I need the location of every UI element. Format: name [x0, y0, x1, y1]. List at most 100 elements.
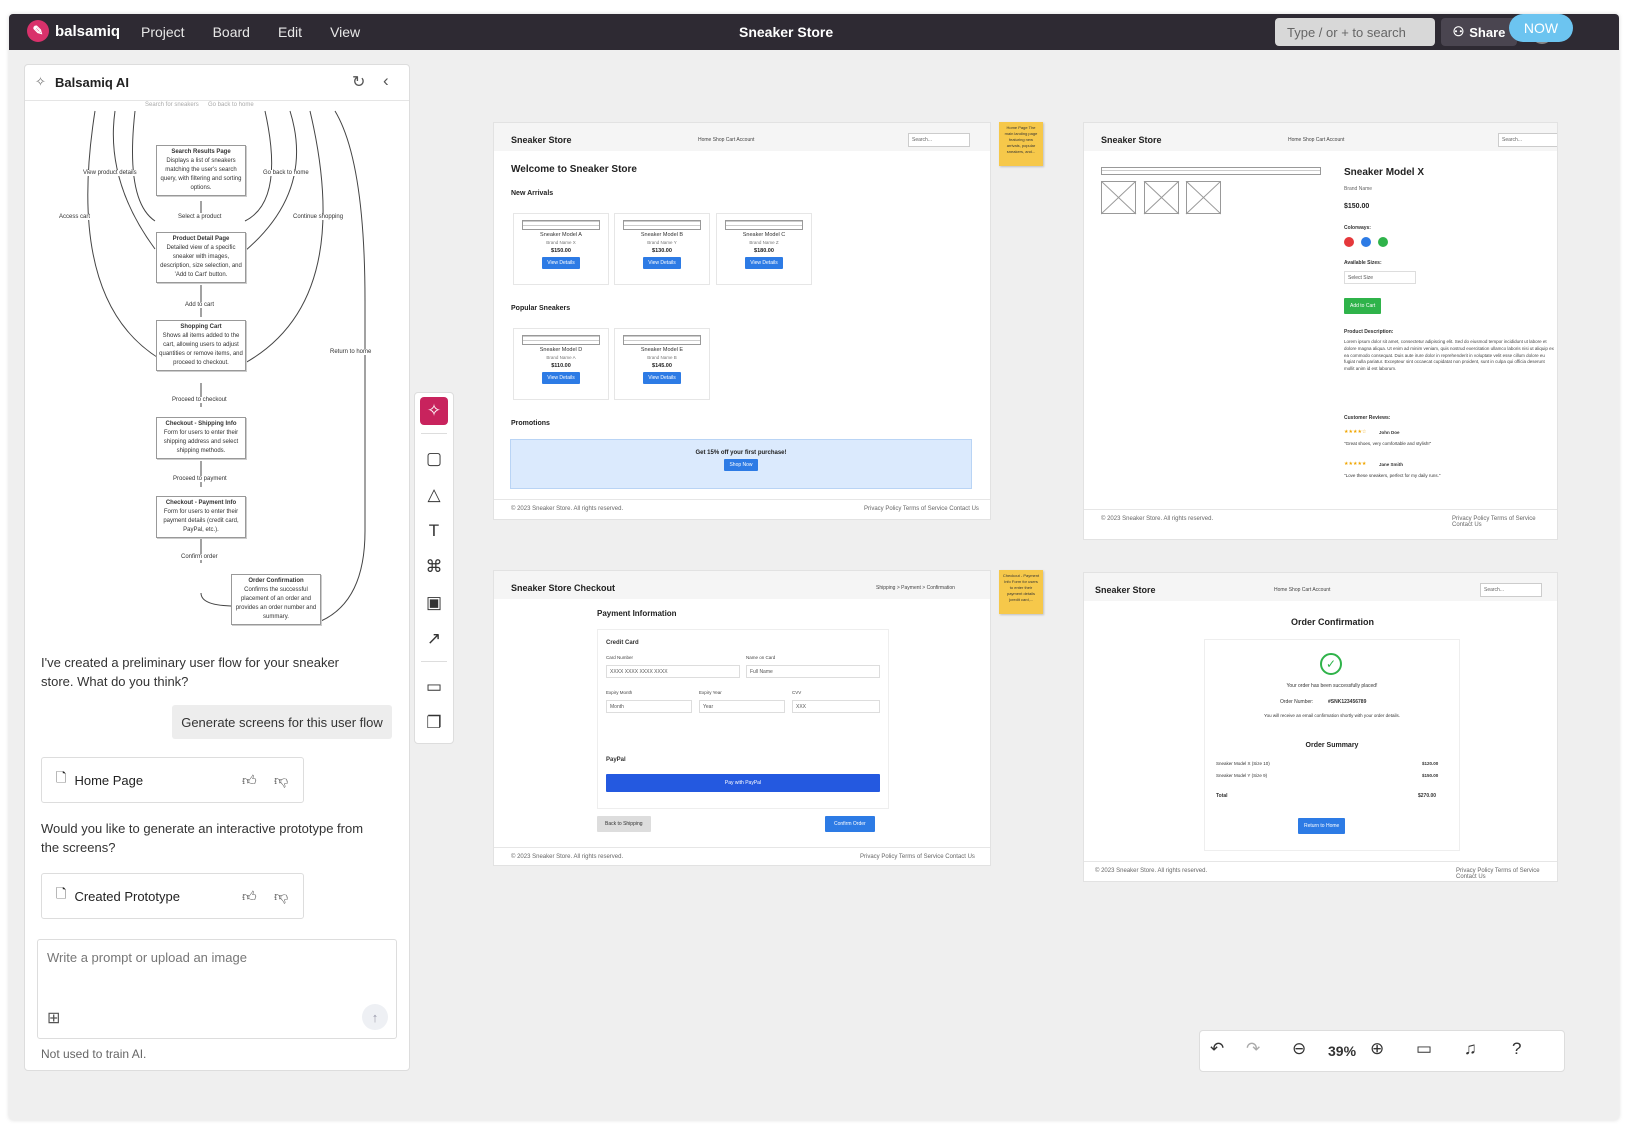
wf-footer-copyright: © 2023 Sneaker Store. All rights reserve… [1101, 516, 1214, 522]
generate-screens-button[interactable]: Generate screens for this user flow [172, 705, 392, 739]
upload-image-icon[interactable]: ⊞ [47, 1008, 60, 1028]
menu-project[interactable]: Project [141, 24, 185, 40]
refresh-icon[interactable]: ↻ [352, 72, 365, 92]
wf-description-text: Lorem ipsum dolor sit amet, consectetur … [1344, 339, 1554, 371]
wf-footer-links: Privacy Policy Terms of Service Contact … [864, 506, 979, 512]
shapes-icon[interactable]: △ [420, 481, 448, 509]
divider [421, 433, 447, 434]
node-desc: Shows all items added to the cart, allow… [159, 333, 243, 366]
music-icon[interactable]: ♫ [1464, 1039, 1477, 1059]
logo[interactable]: ✎ balsamiq [27, 20, 120, 42]
text-icon[interactable]: T [420, 517, 448, 545]
thumbs-up-icon[interactable]: 👍︎ [242, 772, 257, 789]
flow-node-product-detail[interactable]: Product Detail Page Detailed view of a sp… [156, 232, 246, 283]
share-label: Share [1469, 24, 1506, 40]
flow-label-home: Go back to home [208, 102, 254, 108]
document-title[interactable]: Sneaker Store [739, 24, 833, 40]
wireframe-product-page[interactable]: Sneaker Store Home Shop Cart Account Sea… [1083, 122, 1558, 540]
share-button[interactable]: ⚇ Share [1441, 18, 1517, 46]
copy-icon[interactable]: ❐ [420, 709, 448, 737]
sticky-note-checkout[interactable]: Checkout - Payment Info Form for users t… [999, 570, 1043, 614]
wireframe-confirmation-page[interactable]: Sneaker Store Home Shop Cart Account Sea… [1083, 572, 1558, 882]
prompt-input[interactable]: Write a prompt or upload an image ⊞ ↑ [37, 939, 397, 1039]
ai-sparkle-icon[interactable]: ✧ [420, 397, 448, 425]
search-input[interactable]: Type / or + to search [1275, 18, 1435, 46]
ai-message: Would you like to generate an interactiv… [41, 821, 364, 855]
wf-popular-heading: Popular Sneakers [511, 305, 571, 312]
thumbs-down-icon[interactable]: 👎︎ [274, 888, 288, 905]
wf-product-price: $150.00 [1344, 203, 1370, 210]
wireframe-checkout-page[interactable]: Sneaker Store Checkout Shipping > Paymen… [493, 570, 991, 866]
now-badge[interactable]: NOW [1509, 14, 1573, 42]
sticky-note-home[interactable]: Home Page The main landing page featurin… [999, 122, 1043, 166]
node-desc: Confirms the successful placement of an … [235, 587, 317, 620]
send-arrow-icon[interactable]: ↑ [362, 1004, 388, 1030]
wf-footer: © 2023 Sneaker Store. All rights reserve… [1084, 861, 1557, 880]
wf-footer-copyright: © 2023 Sneaker Store. All rights reserve… [1095, 868, 1208, 874]
wf-product-card: Sneaker Model D Brand Name A $110.00 View D… [513, 328, 609, 400]
redo-icon[interactable]: ↷ [1246, 1039, 1260, 1059]
wf-view-details-button: View Details [745, 257, 783, 269]
image-placeholder-icon [522, 220, 600, 230]
image-placeholder-icon [623, 335, 701, 345]
home-page-card[interactable]: 🗋 Home Page 👍︎ 👎︎ [41, 757, 304, 803]
wf-field-label: Card Number [606, 655, 634, 660]
menu-edit[interactable]: Edit [278, 24, 302, 40]
menu-board[interactable]: Board [213, 24, 250, 40]
flow-node-shipping[interactable]: Checkout - Shipping Info Form for users t… [156, 417, 246, 459]
user-flow-diagram[interactable]: Search for sneakers Go back to home View… [25, 101, 411, 625]
wf-product-card: Sneaker Model C Brand Name Z $180.00 View D… [716, 213, 812, 285]
flow-node-shopping-cart[interactable]: Shopping Cart Shows all items added to th… [156, 320, 246, 371]
star-rating-icon: ★★★★☆ [1344, 429, 1367, 435]
wf-paypal-label: PayPal [606, 757, 626, 763]
image-icon[interactable]: ▣ [420, 589, 448, 617]
flow-node-confirmation[interactable]: Order Confirmation Confirms the successfu… [231, 574, 321, 625]
collapse-chevron-icon[interactable]: ‹ [383, 71, 389, 91]
canvas-controls: ↶ ↷ ⊖ 39% ⊕ ▭ ♫ ? [1199, 1030, 1565, 1072]
zoom-level[interactable]: 39% [1328, 1043, 1356, 1059]
rectangle-icon[interactable]: ▢ [420, 445, 448, 473]
zoom-in-icon[interactable]: ⊕ [1370, 1039, 1384, 1059]
wf-payment-heading: Payment Information [597, 609, 677, 618]
wf-view-details-button: View Details [542, 257, 580, 269]
wf-footer: © 2023 Sneaker Store. All rights reserve… [1084, 509, 1557, 528]
image-placeholder-icon [1101, 167, 1321, 175]
wf-review-text: "Love these sneakers, perfect for my dai… [1344, 473, 1441, 478]
present-icon[interactable]: ▭ [1416, 1039, 1432, 1059]
divider [421, 661, 447, 662]
wf-nav-links: Home Shop Cart Account [1274, 587, 1331, 593]
wf-product-price: $130.00 [652, 248, 672, 254]
undo-icon[interactable]: ↶ [1210, 1039, 1224, 1059]
thumbs-down-icon[interactable]: 👎︎ [274, 772, 288, 789]
created-prototype-card[interactable]: 🗋 Created Prototype 👍︎ 👎︎ [41, 873, 304, 919]
thumbnail-placeholders [1101, 181, 1221, 215]
wf-footer-copyright: © 2023 Sneaker Store. All rights reserve… [511, 854, 624, 860]
zoom-out-icon[interactable]: ⊖ [1292, 1039, 1306, 1059]
arrow-icon[interactable]: ↗ [420, 625, 448, 653]
color-swatch-red [1344, 237, 1354, 247]
thumbs-up-icon[interactable]: 👍︎ [242, 888, 257, 905]
wf-brand: Sneaker Store [1095, 585, 1156, 595]
file-icon: 🗋 [56, 770, 67, 785]
wf-description-label: Product Description: [1344, 329, 1394, 335]
flow-node-payment[interactable]: Checkout - Payment Info Form for users to… [156, 496, 246, 538]
users-icon: ⚇ [1452, 24, 1465, 39]
flow-node-search-results[interactable]: Search Results Page Displays a list of sn… [156, 145, 246, 196]
wf-welcome-heading: Welcome to Sneaker Store [511, 164, 637, 175]
wf-card-number-field: XXXX XXXX XXXX XXXX [606, 665, 740, 678]
help-icon[interactable]: ? [1512, 1039, 1521, 1059]
components-icon[interactable]: ⌘ [420, 553, 448, 581]
flow-label: Access cart [59, 214, 91, 220]
wf-order-number: #SNK123456789 [1328, 699, 1367, 705]
node-desc: Form for users to enter their shipping a… [163, 430, 239, 454]
comment-icon[interactable]: ▭ [420, 673, 448, 701]
wireframe-home-page[interactable]: Sneaker Store Home Shop Cart Account Sea… [493, 122, 991, 520]
flow-label: Continue shopping [293, 214, 344, 220]
wf-credit-card-label: Credit Card [606, 640, 639, 646]
brand-name: balsamiq [55, 22, 121, 40]
flow-label: Select a product [178, 214, 222, 220]
node-title: Product Detail Page [172, 236, 230, 242]
sparkle-icon: ✧ [35, 74, 46, 89]
wf-product-card: Sneaker Model E Brand Name B $145.00 View D… [614, 328, 710, 400]
menu-view[interactable]: View [330, 24, 360, 40]
